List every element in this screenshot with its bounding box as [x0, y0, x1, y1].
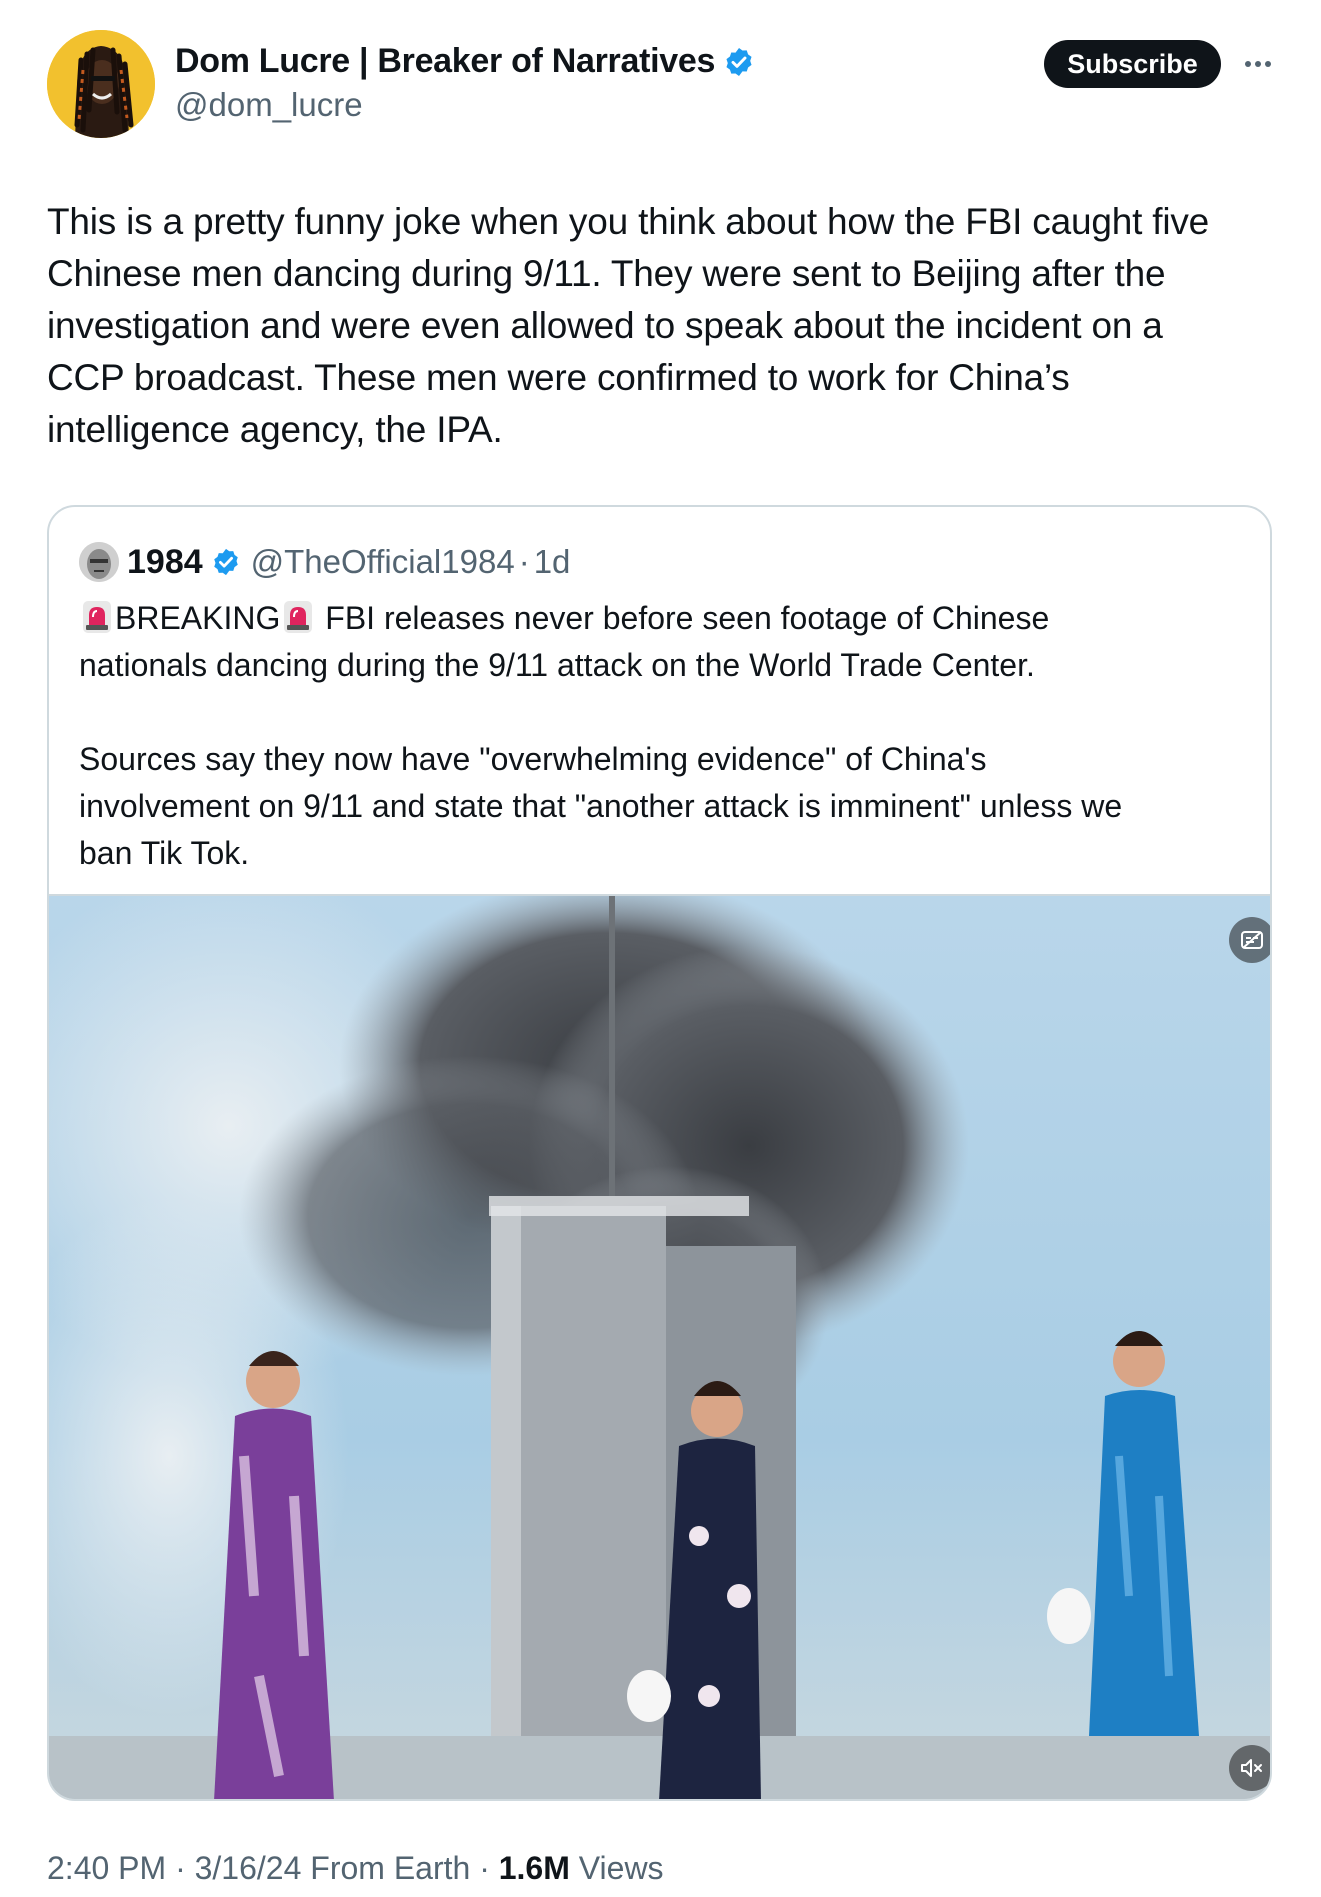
views-label: Views: [578, 1850, 664, 1886]
author-handle[interactable]: @dom_lucre: [175, 86, 363, 124]
siren-icon: [83, 601, 111, 633]
quoted-text-line-5: ban Tik Tok.: [79, 835, 250, 871]
quoted-text-line-4: involvement on 9/11 and state that "anot…: [79, 788, 1123, 824]
more-options-icon[interactable]: [1240, 46, 1276, 82]
author-avatar[interactable]: [47, 30, 155, 138]
post-time[interactable]: 2:40 PM: [47, 1850, 166, 1886]
quoted-post[interactable]: 1984 @TheOfficial1984 · 1d BREAKING FBI …: [47, 505, 1272, 1801]
post-metadata: 2:40 PM · 3/16/24 From Earth · 1.6M View…: [47, 1850, 664, 1887]
verified-badge-icon: [726, 47, 752, 76]
views-count: 1.6M: [498, 1850, 570, 1886]
quoted-text-line-3: Sources say they now have "overwhelming …: [79, 741, 987, 777]
post-location: From Earth: [310, 1850, 471, 1886]
separator-dot: ·: [175, 1850, 186, 1886]
verified-badge-icon: [213, 548, 238, 576]
video-player[interactable]: [49, 894, 1270, 1799]
siren-icon: [284, 601, 313, 633]
post-date[interactable]: 3/16/24: [195, 1850, 302, 1886]
face-avatar-icon: [79, 542, 119, 582]
quoted-post-time[interactable]: 1d: [534, 543, 571, 581]
muted-speaker-icon[interactable]: [1229, 1745, 1270, 1791]
subscribe-button[interactable]: Subscribe: [1044, 40, 1221, 88]
captions-icon[interactable]: [1229, 917, 1270, 963]
breaking-label: BREAKING: [115, 600, 281, 636]
avatar-portrait: [47, 30, 155, 138]
quoted-text-line-2: nationals dancing during the 9/11 attack…: [79, 647, 1035, 683]
post-text: This is a pretty funny joke when you thi…: [47, 201, 1210, 450]
quoted-author-avatar[interactable]: [79, 542, 119, 582]
author-name-row[interactable]: Dom Lucre | Breaker of Narratives: [175, 42, 755, 81]
quoted-post-header: 1984 @TheOfficial1984 · 1d: [79, 537, 570, 587]
author-display-name[interactable]: Dom Lucre | Breaker of Narratives: [175, 42, 715, 81]
separator-dot: ·: [479, 1850, 490, 1886]
quoted-author-name[interactable]: 1984: [127, 543, 203, 582]
quoted-post-text: BREAKING FBI releases never before seen …: [79, 595, 1249, 877]
separator-dot: ·: [518, 543, 530, 580]
quoted-author-handle[interactable]: @TheOfficial1984: [251, 543, 515, 581]
video-frame: [49, 896, 1270, 1799]
quoted-text-line-1: BREAKING FBI releases never before seen …: [79, 595, 1249, 642]
quoted-text-line-1-rest: FBI releases never before seen footage o…: [325, 600, 1050, 636]
